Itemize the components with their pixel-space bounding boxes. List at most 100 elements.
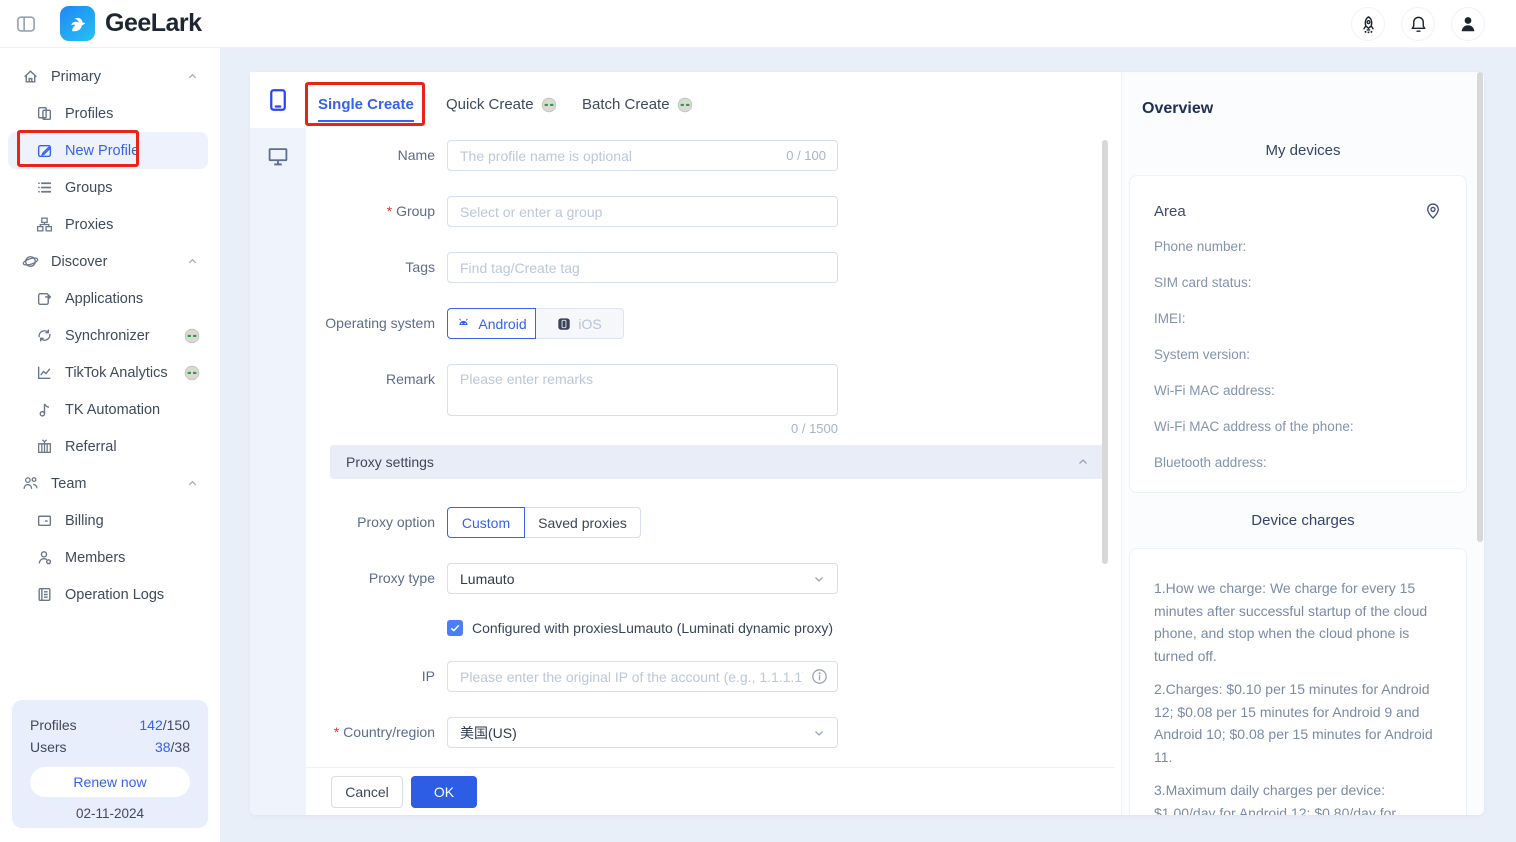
tab-batch-create[interactable]: Batch Create xyxy=(582,96,693,113)
premium-badge-icon xyxy=(184,365,200,381)
premium-badge-icon xyxy=(541,97,557,113)
proxy-option-custom-label: Custom xyxy=(462,515,510,531)
main-content: Single Create Quick Create Batch Create … xyxy=(250,72,1484,815)
name-label: Name xyxy=(250,140,435,171)
sidebar-item-synchronizer[interactable]: Synchronizer xyxy=(0,317,220,354)
proxy-type-select[interactable]: Lumauto xyxy=(447,563,838,594)
billing-card-icon xyxy=(36,512,53,529)
tags-field-wrap xyxy=(447,252,838,283)
chevron-up-icon xyxy=(1077,456,1089,468)
tab-label: Single Create xyxy=(318,96,414,122)
sidebar-group-label: Primary xyxy=(51,69,101,85)
sidebar-item-billing[interactable]: Billing xyxy=(0,502,220,539)
proxy-option-segmented-control: Custom Saved proxies xyxy=(447,507,641,538)
analytics-chart-icon xyxy=(36,364,53,381)
premium-badge-icon xyxy=(677,97,693,113)
renew-now-button[interactable]: Renew now xyxy=(30,767,190,797)
sidebar-collapse-icon[interactable] xyxy=(16,14,36,34)
proxy-type-label: Proxy type xyxy=(250,563,435,594)
ip-field-wrap xyxy=(447,661,838,692)
rocket-icon[interactable] xyxy=(1351,7,1385,41)
bell-icon[interactable] xyxy=(1401,7,1435,41)
sidebar-item-operation-logs[interactable]: Operation Logs xyxy=(0,576,220,613)
remark-char-counter: 0 / 1500 xyxy=(447,421,838,436)
group-field-wrap xyxy=(447,196,838,227)
sidebar-item-label: TikTok Analytics xyxy=(65,365,168,381)
group-input[interactable] xyxy=(447,196,838,227)
sidebar-group-team[interactable]: Team xyxy=(0,465,220,502)
sidebar-item-label: New Profile xyxy=(65,143,139,159)
tab-label: Batch Create xyxy=(582,96,670,113)
country-label: Country/region xyxy=(343,724,435,740)
music-note-icon xyxy=(36,401,53,418)
tags-input[interactable] xyxy=(447,252,838,283)
overview-panel: Overview My devices Area Phone number: S… xyxy=(1121,72,1484,815)
groups-list-icon xyxy=(36,179,53,196)
applications-icon xyxy=(36,290,53,307)
sidebar-item-referral[interactable]: Referral xyxy=(0,428,220,465)
avatar[interactable] xyxy=(1451,7,1485,41)
brand-logo[interactable]: GeeLark xyxy=(60,6,202,41)
my-devices-card: Area Phone number: SIM card status: IMEI… xyxy=(1129,175,1467,493)
member-person-icon xyxy=(36,549,53,566)
profiles-usage-row: Profiles 142/150 xyxy=(30,714,190,736)
os-ios-button[interactable]: iOS xyxy=(536,308,624,339)
charges-paragraph: 1.How we charge: We charge for every 15 … xyxy=(1154,577,1442,667)
device-field: Wi-Fi MAC address: xyxy=(1154,381,1442,400)
proxy-settings-section-header[interactable]: Proxy settings xyxy=(330,445,1105,479)
users-usage-label: Users xyxy=(30,736,67,758)
checkbox-checked[interactable] xyxy=(447,620,463,636)
sidebar-item-label: Billing xyxy=(65,513,104,529)
sidebar-item-tiktok-analytics[interactable]: TikTok Analytics xyxy=(0,354,220,391)
proxy-option-saved-label: Saved proxies xyxy=(538,515,627,531)
charges-paragraph: 3.Maximum daily charges per device: $1.0… xyxy=(1154,779,1442,815)
cancel-button[interactable]: Cancel xyxy=(331,776,403,808)
tab-single-create[interactable]: Single Create xyxy=(318,96,414,122)
sidebar-item-profiles[interactable]: Profiles xyxy=(0,95,220,132)
profiles-icon xyxy=(36,105,53,122)
proxy-option-label: Proxy option xyxy=(250,507,435,538)
proxy-type-value: Lumauto xyxy=(460,571,514,587)
users-used-count: 38 xyxy=(155,739,171,755)
ok-button[interactable]: OK xyxy=(411,776,477,808)
sidebar-item-tk-automation[interactable]: TK Automation xyxy=(0,391,220,428)
sidebar-item-label: Operation Logs xyxy=(65,587,164,603)
name-input[interactable] xyxy=(447,140,838,171)
sidebar-item-new-profile[interactable]: New Profile xyxy=(8,132,208,169)
name-field-wrap: 0 / 100 xyxy=(447,140,838,171)
tab-quick-create[interactable]: Quick Create xyxy=(446,96,557,113)
device-field: Bluetooth address: xyxy=(1154,453,1442,472)
plan-expiry-date: 02-11-2024 xyxy=(30,806,190,821)
sidebar-item-groups[interactable]: Groups xyxy=(0,169,220,206)
my-devices-title: My devices xyxy=(1122,142,1484,159)
proxy-option-saved-button[interactable]: Saved proxies xyxy=(525,507,641,538)
area-label: Area xyxy=(1154,203,1186,220)
premium-badge-icon xyxy=(184,328,200,344)
proxy-checkbox-label: Configured with proxiesLumauto (Luminati… xyxy=(472,620,833,636)
proxy-option-custom-button[interactable]: Custom xyxy=(447,507,525,538)
sidebar-item-label: Proxies xyxy=(65,217,113,233)
sidebar-item-members[interactable]: Members xyxy=(0,539,220,576)
device-charges-title: Device charges xyxy=(1122,512,1484,529)
info-icon[interactable] xyxy=(811,668,828,685)
sidebar-item-applications[interactable]: Applications xyxy=(0,280,220,317)
remark-field-wrap xyxy=(447,364,838,416)
os-label: Operating system xyxy=(250,308,435,339)
sidebar-item-proxies[interactable]: Proxies xyxy=(0,206,220,243)
sidebar: Primary Profiles New Profile Groups Prox… xyxy=(0,48,220,842)
country-region-select[interactable]: 美国(US) xyxy=(447,717,838,748)
proxy-configured-checkbox-row: Configured with proxiesLumauto (Luminati… xyxy=(447,620,1067,636)
profiles-total-count: /150 xyxy=(163,717,190,733)
device-field: Wi-Fi MAC address of the phone: xyxy=(1154,417,1359,436)
sidebar-group-discover[interactable]: Discover xyxy=(0,243,220,280)
ip-input[interactable] xyxy=(447,661,838,692)
users-usage-row: Users 38/38 xyxy=(30,736,190,758)
location-pin-icon[interactable] xyxy=(1424,202,1442,220)
os-android-button[interactable]: Android xyxy=(447,308,536,339)
tab-cloud-phone[interactable] xyxy=(250,72,306,128)
sidebar-group-primary[interactable]: Primary xyxy=(0,58,220,95)
remark-textarea[interactable] xyxy=(447,364,838,416)
form-scrollbar[interactable] xyxy=(1102,140,1108,564)
page-scrollbar[interactable] xyxy=(1477,72,1483,542)
device-charges-card: 1.How we charge: We charge for every 15 … xyxy=(1129,548,1467,815)
